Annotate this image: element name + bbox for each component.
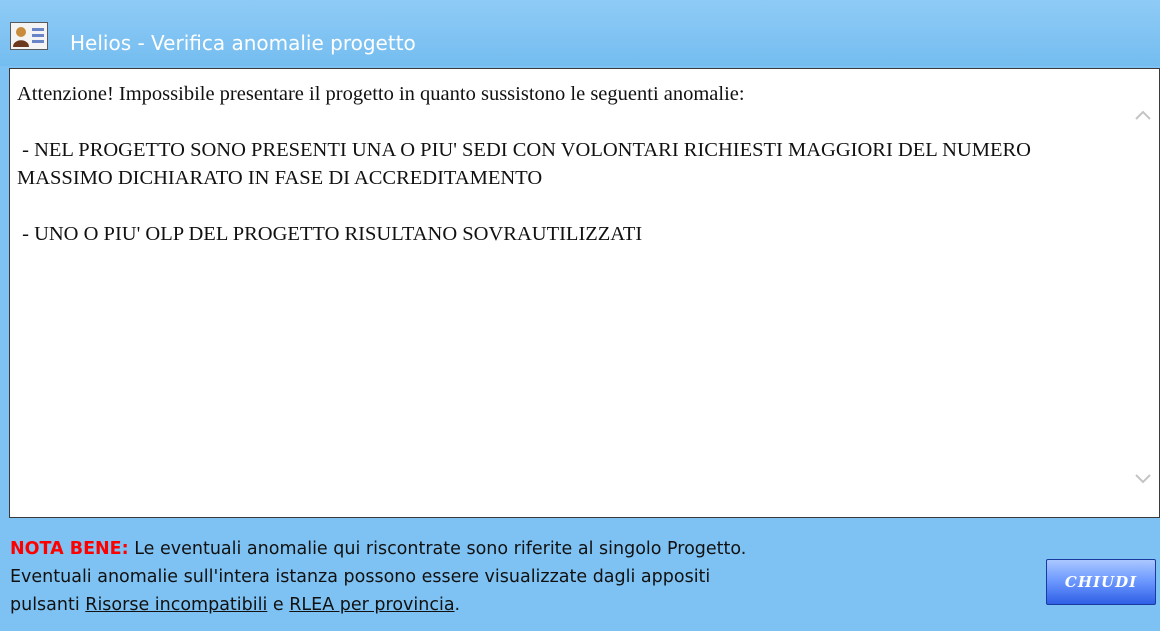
contact-card-icon (10, 22, 48, 50)
dialog-window: Helios - Verifica anomalie progetto Atte… (0, 0, 1160, 631)
risorse-incompatibili-link[interactable]: Risorse incompatibili (85, 595, 267, 615)
vertical-scrollbar[interactable] (1127, 69, 1159, 517)
title-bar: Helios - Verifica anomalie progetto (0, 0, 1160, 66)
window-title: Helios - Verifica anomalie progetto (70, 31, 416, 55)
note-suffix: . (454, 595, 461, 615)
rlea-per-provincia-link[interactable]: RLEA per provincia (289, 595, 454, 615)
note-text: NOTA BENE: Le eventuali anomalie qui ris… (10, 535, 1010, 619)
note-connector: e (267, 595, 290, 615)
note-line-1: Le eventuali anomalie qui riscontrate so… (128, 539, 747, 559)
intro-text: Attenzione! Impossibile presentare il pr… (17, 83, 745, 105)
anomalies-content: Attenzione! Impossibile presentare il pr… (17, 80, 1097, 248)
note-line-3-prefix: pulsanti (10, 595, 86, 615)
anomaly-item: - NEL PROGETTO SONO PRESENTI UNA O PIU' … (17, 139, 1037, 189)
chevron-down-icon[interactable] (1133, 469, 1153, 489)
close-button[interactable]: CHIUDI (1046, 559, 1156, 605)
anomaly-item: - UNO O PIU' OLP DEL PROGETTO RISULTANO … (17, 223, 643, 245)
note-label: NOTA BENE: (10, 539, 129, 559)
note-line-2: Eventuali anomalie sull'intera istanza p… (10, 567, 711, 587)
anomalies-text-area[interactable]: Attenzione! Impossibile presentare il pr… (9, 68, 1160, 518)
chevron-up-icon[interactable] (1133, 105, 1153, 125)
